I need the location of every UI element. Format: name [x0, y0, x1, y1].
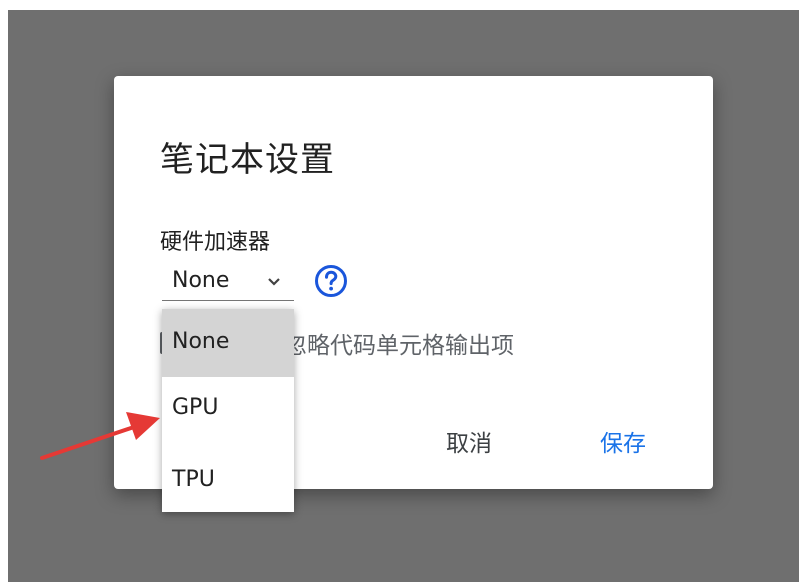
cancel-button[interactable]: 取消 [438, 418, 500, 464]
save-button[interactable]: 保存 [592, 418, 654, 464]
hardware-accelerator-select[interactable]: None [162, 262, 294, 301]
dropdown-option-gpu[interactable]: GPU [162, 377, 294, 445]
select-value: None [172, 268, 230, 293]
chevron-down-icon [268, 278, 280, 286]
dropdown-option-label: GPU [172, 395, 219, 420]
help-circle-icon[interactable] [314, 264, 348, 298]
accelerator-dropdown-menu: None GPU TPU [162, 309, 294, 512]
dropdown-option-none[interactable]: None [162, 309, 294, 377]
dropdown-option-label: TPU [172, 467, 215, 492]
dialog-title: 笔记本设置 [160, 140, 335, 180]
dropdown-option-tpu[interactable]: TPU [162, 445, 294, 513]
screenshot-frame: 笔记本设置 硬件加速器 None 笔记本时忽略代码单元格输出项 取消 保存 No… [0, 0, 799, 582]
dropdown-option-label: None [172, 329, 230, 354]
hardware-accelerator-label: 硬件加速器 [160, 230, 271, 255]
